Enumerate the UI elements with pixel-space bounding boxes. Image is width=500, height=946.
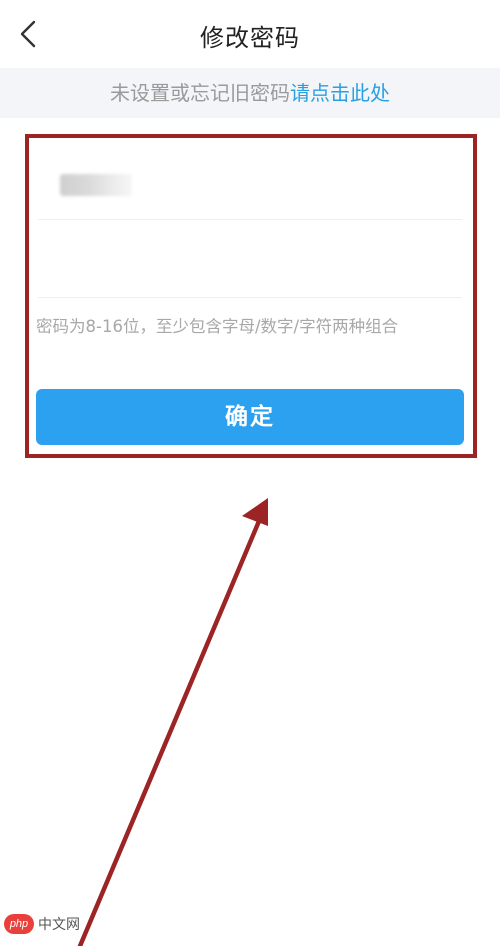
password-form: 密码为8-16位，至少包含字母/数字/字符两种组合 确定 <box>24 133 476 457</box>
php-badge: php <box>4 914 34 934</box>
watermark-text: 中文网 <box>38 917 80 933</box>
click-here-link[interactable]: 请点击此处 <box>290 81 390 105</box>
current-password-field[interactable] <box>38 147 462 220</box>
new-password-field[interactable] <box>38 219 462 298</box>
watermark-logo: php 中文网 <box>4 912 94 940</box>
notice-text: 未设置或忘记旧密码 <box>110 81 290 105</box>
password-rule-hint: 密码为8-16位，至少包含字母/数字/字符两种组合 <box>36 317 399 336</box>
header-bar: 修改密码 <box>0 0 500 68</box>
confirm-button[interactable]: 确定 <box>36 389 464 445</box>
current-password-input[interactable] <box>38 147 462 219</box>
page-title: 修改密码 <box>200 24 300 52</box>
change-password-screen: 修改密码 未设置或忘记旧密码请点击此处 密码为8-16位，至少包含字母/数字/字… <box>0 0 500 946</box>
forgot-password-notice: 未设置或忘记旧密码请点击此处 <box>0 68 500 118</box>
new-password-input[interactable] <box>38 219 462 297</box>
